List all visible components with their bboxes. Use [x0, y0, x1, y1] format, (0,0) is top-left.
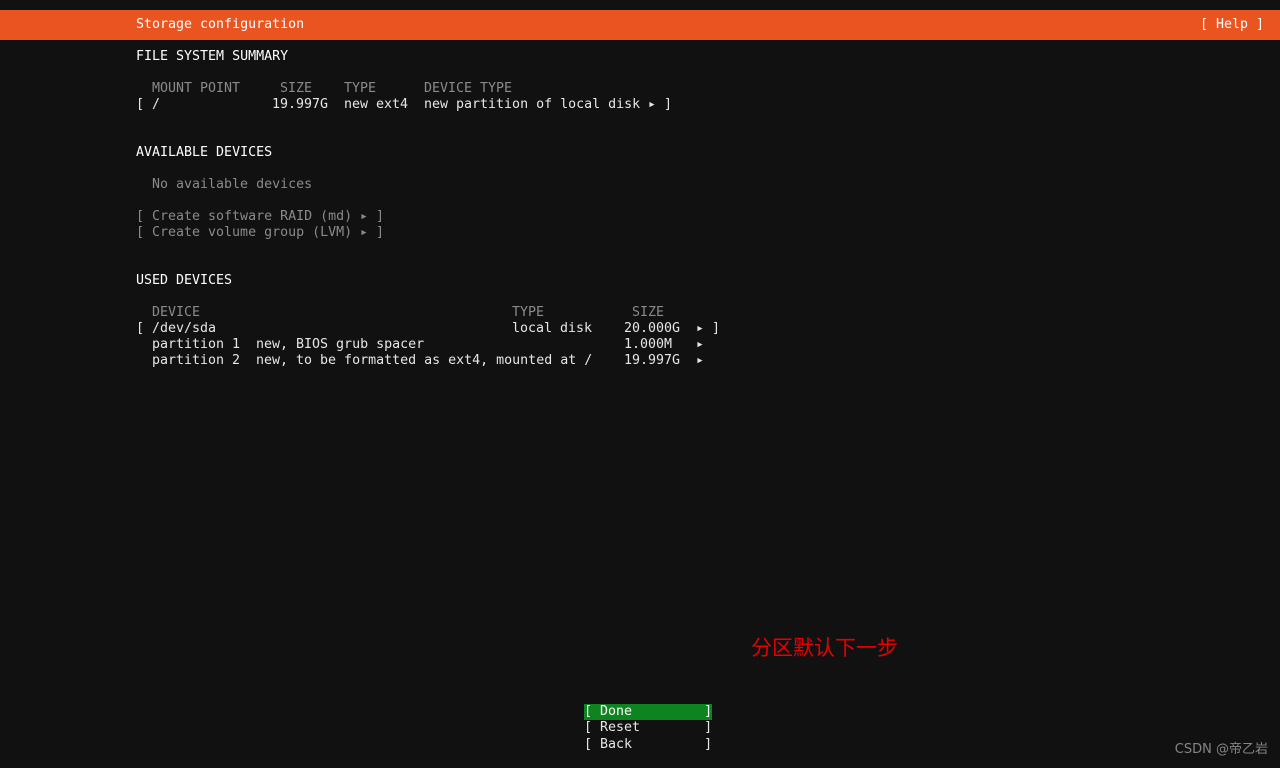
- watermark: CSDN @帝乙岩: [1174, 742, 1268, 757]
- cell-detail: new, BIOS grub spacer: [256, 337, 425, 352]
- row-bracket-close: ]: [664, 97, 673, 112]
- action-label: Create software RAID (md): [152, 209, 353, 224]
- table-row[interactable]: partition 2 new, to be formatted as ext4…: [136, 353, 836, 433]
- column-header-type: TYPE: [512, 305, 545, 320]
- create-volume-group-action[interactable]: [ Create volume group (LVM) ▸ ]: [136, 225, 536, 305]
- cell-size: 19.997G: [272, 97, 329, 112]
- cell-size: 1.000M: [624, 337, 673, 352]
- app-header-bar: Storage configuration [ Help ]: [0, 10, 1280, 40]
- row-bracket-open: [: [136, 97, 145, 112]
- cell-device: partition 2: [152, 353, 241, 368]
- done-button[interactable]: [ Done ]: [584, 704, 713, 720]
- action-bracket-open: [: [136, 225, 145, 240]
- cell-device-type: new partition of local disk: [424, 97, 641, 112]
- back-button[interactable]: [ Back ]: [584, 737, 712, 753]
- column-header-type: TYPE: [344, 81, 377, 96]
- cell-size: 20.000G: [624, 321, 681, 336]
- cell-mount-point: /: [152, 97, 161, 112]
- used-devices-heading: USED DEVICES: [136, 273, 233, 288]
- cell-type: local disk: [512, 321, 593, 336]
- column-header-size: SIZE: [280, 81, 313, 96]
- chevron-right-icon: ▸: [360, 225, 369, 240]
- annotation-text: 分区默认下一步: [751, 636, 898, 660]
- cell-detail: new, to be formatted as ext4, mounted at…: [256, 353, 593, 368]
- storage-configuration-screen: { "header": { "title": "Storage configur…: [0, 0, 1280, 768]
- column-header-device: DEVICE: [152, 305, 201, 320]
- reset-button[interactable]: [ Reset ]: [584, 720, 712, 736]
- available-devices-heading: AVAILABLE DEVICES: [136, 145, 273, 160]
- chevron-right-icon[interactable]: ▸: [696, 353, 704, 369]
- page-title: Storage configuration: [136, 17, 305, 32]
- row-bracket-close: ]: [712, 321, 721, 336]
- chevron-right-icon[interactable]: ▸: [696, 321, 704, 337]
- action-bracket-close: ]: [376, 209, 385, 224]
- action-bracket-open: [: [136, 209, 145, 224]
- row-bracket-open: [: [136, 321, 145, 336]
- cell-size: 19.997G: [624, 353, 681, 368]
- filesystem-summary-row[interactable]: [ / 19.997G new ext4 new partition of lo…: [136, 97, 836, 225]
- chevron-right-icon[interactable]: ▸: [696, 337, 704, 353]
- cell-type: new ext4: [344, 97, 409, 112]
- cell-device: partition 1: [152, 337, 241, 352]
- column-header-device-type: DEVICE TYPE: [424, 81, 513, 96]
- column-header-size: SIZE: [632, 305, 665, 320]
- chevron-right-icon: ▸: [360, 209, 369, 224]
- cell-device: /dev/sda: [152, 321, 217, 336]
- chevron-right-icon[interactable]: ▸: [648, 97, 656, 113]
- action-label: Create volume group (LVM): [152, 225, 353, 240]
- column-header-mount-point: MOUNT POINT: [152, 81, 241, 96]
- filesystem-summary-heading: FILE SYSTEM SUMMARY: [136, 49, 289, 64]
- action-bracket-close: ]: [376, 225, 385, 240]
- available-devices-empty-message: No available devices: [152, 177, 313, 192]
- help-button[interactable]: [ Help ]: [1200, 17, 1264, 33]
